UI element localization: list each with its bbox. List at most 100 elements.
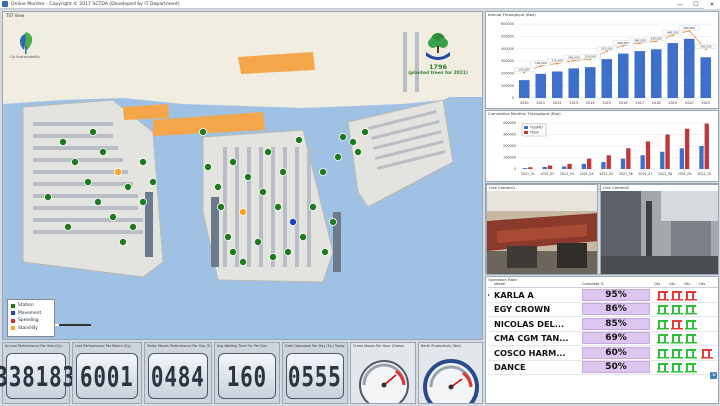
close-button[interactable]: ✕ [704,0,720,9]
y-tick-label: 200000 [503,144,516,148]
kpi-berth-dial: Berth Productivity (Net) [418,342,483,404]
equipment-marker [216,202,225,211]
kpi-value: 160 [226,359,268,393]
camera-feed-1 [487,191,597,274]
column-header[interactable]: Qty [699,282,714,287]
annual-throughput-panel: Annual Throughput (Box) 600000 500000 4000… [485,11,719,109]
table-row[interactable]: CMA CGM TAN... 69% [488,332,718,346]
x-tick-label: 2021_03 [560,172,574,176]
legend-swatch [11,311,15,316]
x-tick-label: 2021 [701,101,710,105]
equipment-marker [138,197,147,206]
live-camera-2[interactable]: Live Camera2 [600,184,718,274]
y-tick-label: 0 [514,167,516,171]
x-tick-label: 2014 [586,101,595,105]
column-header[interactable]: Qty [684,282,699,287]
legend-label: TEU/MO [529,126,543,130]
data-label: 240,000 [568,56,580,60]
map-panel-label: TST View [6,13,25,18]
cumulative-bar [660,151,665,169]
kpi-daily: Today Moves Performance Per Day (Ey.) 04… [144,342,212,404]
x-tick-label: 2017 [635,101,644,105]
cumulative-bar [626,148,631,169]
equipment-marker [238,207,247,216]
camera-title: Live Camera2 [603,185,630,190]
table-row[interactable]: EGY CROWN 86% [488,303,718,317]
equipment-marker [318,167,327,176]
vessel-percent: 50% [582,361,650,374]
y-tick-label: 200000 [501,72,514,76]
equipment-marker [333,152,342,161]
annual-bar [518,80,530,98]
data-label: 145,000 [518,67,530,71]
equipment-marker [360,128,369,137]
equipment-marker [353,147,362,156]
equipment-marker [294,136,303,145]
annual-bar [568,68,580,98]
x-tick-label: 2012 [553,101,562,105]
trend-line [524,30,707,73]
cumulative-bar [547,165,553,169]
cumulative-bar [601,162,606,169]
cumulative-bar [542,166,547,169]
x-tick-label: 2021_06 [619,172,633,176]
equipment-marker [348,138,357,147]
data-label: 195,000 [535,61,547,65]
legend-swatch [11,318,15,323]
equipment-marker [273,202,282,211]
expand-icon[interactable]: ⇲ [710,372,717,379]
speedometer-icon [359,360,409,403]
column-header[interactable]: Vessel [494,282,582,287]
table-row[interactable]: ▸ KARLA A 95% [488,288,718,303]
map-legend: Station Movement Speeding Stand-By [7,299,55,337]
x-tick-label: 2015 [602,101,611,105]
kpi-caption: Today Moves Performance Per Day (Ey.) [147,344,210,348]
vessel-percent: 95% [582,288,650,301]
camera-panel: Live Camera1 Live Camera2 [485,183,719,275]
vessel-percent: 85% [582,317,650,330]
crane-status-icon [654,289,718,301]
minimize-button[interactable]: — [672,0,688,9]
terminal-map-panel[interactable]: TST View Go Sustainability 1796 (planted… [2,11,483,340]
annual-bar [535,73,547,98]
kpi-caption: Berth Productivity (Net) [421,344,462,348]
cumulative-bar [704,123,709,169]
table-row[interactable]: DANCE 50% [488,361,718,375]
annual-bar [650,49,662,98]
vessel-name: CMA CGM TAN... [494,333,569,344]
annual-bar [551,71,563,98]
equipment-marker [228,157,237,166]
kpi-value: 0555 [288,359,342,393]
equipment-marker [99,147,108,156]
kpi-caption: Annual Performance Per Year (Ey.) [5,344,63,348]
data-label: 215,000 [551,59,563,63]
y-tick-label: 300000 [503,133,516,137]
sustainability-logo [19,32,33,54]
column-header[interactable]: Complete % [582,282,650,287]
tree-badge: 1796 (planted trees for 2021) [403,32,473,76]
column-header[interactable]: Qty [669,282,684,287]
kpi-caption: Gate Operation Per Day (Ey.) Today [285,344,345,348]
quay-west [22,99,164,278]
crane-status-icon [654,347,718,359]
y-tick-label: 0 [512,96,514,100]
y-tick-label: 100000 [503,156,516,160]
vessel-percent: 86% [582,303,650,316]
equipment-marker [268,252,277,261]
table-row[interactable]: NICOLAS DEL... 85% [488,317,718,332]
kpi-monthly: Last Performance Per Month (Ey.) 6001 [72,342,142,404]
x-tick-label: 2021_09 [678,172,692,176]
app-window: Online Monitor - Copyright © 2017 SCTDA … [0,0,720,406]
vessel-table: Vessel Complete % Qty Qty Qty Qty ▸ KARL… [488,282,718,375]
kpi-crane-dial: Crane Moves Per Hour (Gross) [350,342,416,404]
y-tick-label: 300000 [501,59,514,63]
vessel-percent: 69% [582,332,650,345]
kpi-caption: Avg Waiting Time For Per Day [217,344,268,348]
kpi-gauges: Annual Performance Per Year (Ey.) 338183… [0,342,483,404]
table-row[interactable]: COSCO HARM... 60% [488,346,718,361]
maximize-button[interactable]: ☐ [688,0,704,9]
equipment-marker [223,232,232,241]
live-camera-1[interactable]: Live Camera1 [486,184,598,274]
cumulative-bar [640,155,645,169]
column-header[interactable]: Qty [654,282,669,287]
